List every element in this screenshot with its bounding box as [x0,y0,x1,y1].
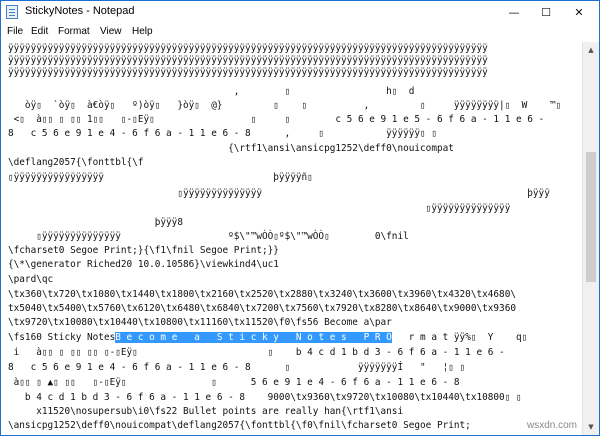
menu-format[interactable]: Format [58,26,90,37]
text-line: ▯ÿÿÿÿÿÿÿÿÿÿÿÿÿÿÿÿ þÿÿÿÿñ▯ [8,172,313,183]
text-line: \ansicpg1252\deff0\nouicompat\deflang205… [8,420,471,431]
scroll-up-arrow-icon[interactable]: ▲ [583,42,599,58]
maximize-button[interactable]: ☐ [530,1,562,23]
text-line: ÿÿÿÿÿÿÿÿÿÿÿÿÿÿÿÿÿÿÿÿÿÿÿÿÿÿÿÿÿÿÿÿÿÿÿÿÿÿÿÿ… [8,43,488,54]
text-line: \fcharset0 Segoe Print;}{\f1\fnil Segoe … [8,245,279,256]
text-line: <▯ à▯▯ ▯ ▯▯ 1▯▯ ▯-▯Eÿ▯ ▯ ▯ c 5 6 e 9 1 e… [8,114,545,125]
text-line: \tx360\tx720\tx1080\tx1440\tx1800\tx2160… [8,289,516,300]
scrollbar-thumb[interactable] [586,152,596,282]
text-line: à▯▯ ▯ ▲▯ ▯▯ ▯-▯Eÿ▯ ▯ 5 6 e 9 1 e 4 - 6 f… [8,377,460,388]
text-line: ▯ÿÿÿÿÿÿÿÿÿÿÿÿÿÿ º$\"™wÒÒ▯º$\"™wÒÒ▯ 0\fni… [8,231,409,242]
notepad-icon [6,5,18,19]
title-bar[interactable]: StickyNotes - Notepad — ☐ ✕ [1,1,599,23]
text-line: \pard\qc [8,274,54,285]
text-line: \tx9720\tx10080\tx10440\tx10800\tx11160\… [8,317,392,328]
text-line: , ▯ h▯ d [8,86,415,97]
minimize-button[interactable]: — [498,1,530,23]
menu-help[interactable]: Help [132,26,153,37]
text-line: tx5040\tx5400\tx5760\tx6120\tx6480\tx684… [8,303,516,314]
text-line: i à▯▯ ▯ ▯▯ ▯▯ ▯-▯Eÿ▯ ▯ b 4 c d 1 b d 3 -… [8,347,505,358]
text-line: òÿ▯ `òÿ▯ à€òÿ▯ º)òÿ▯ }òÿ▯ @} ▯ ▯ , ▯ ÿÿÿ… [8,100,562,111]
text-selection[interactable]: B e c o m e a S t i c k y N o t e s P R … [115,332,392,343]
text-line: 8 c 5 6 e 9 1 e 4 - 6 f 6 a - 1 1 e 6 - … [8,362,466,373]
menu-view[interactable]: View [100,26,122,37]
text-after-selection: r m a t ÿÿ%▯ Y q▯ [391,332,528,343]
text-line: ▯ÿÿÿÿÿÿÿÿÿÿÿÿÿÿ þÿÿÿ [8,188,550,199]
selected-text-line: \fs160 Sticky NotesB e c o m e a S t i c… [8,332,527,344]
menu-bar: File Edit Format View Help [1,23,599,42]
text-line: \deflang2057{\fonttbl{\f [8,157,144,168]
close-button[interactable]: ✕ [563,1,595,23]
text-line: b 4 c d 1 b d 3 - 6 f 6 a - 1 1 e 6 - 8 … [8,392,522,403]
text-line: x11520\nosupersub\i0\fs22 Bullet points … [8,406,404,417]
text-line: ÿÿÿÿÿÿÿÿÿÿÿÿÿÿÿÿÿÿÿÿÿÿÿÿÿÿÿÿÿÿÿÿÿÿÿÿÿÿÿÿ… [8,67,488,78]
text-line: {\rtf1\ansi\ansicpg1252\deff0\nouicompat [8,143,454,154]
notepad-window: StickyNotes - Notepad — ☐ ✕ File Edit Fo… [0,0,600,436]
text-line: þÿÿÿ8 [8,217,183,228]
watermark: wsxdn.com [526,420,577,431]
text-line: ÿÿÿÿÿÿÿÿÿÿÿÿÿÿÿÿÿÿÿÿÿÿÿÿÿÿÿÿÿÿÿÿÿÿÿÿÿÿÿÿ… [8,55,488,66]
text-editor-area[interactable]: ÿÿÿÿÿÿÿÿÿÿÿÿÿÿÿÿÿÿÿÿÿÿÿÿÿÿÿÿÿÿÿÿÿÿÿÿÿÿÿÿ… [1,42,582,435]
window-title: StickyNotes - Notepad [25,5,135,17]
text-line: 8 c 5 6 e 9 1 e 4 - 6 f 6 a - 1 1 e 6 - … [8,128,437,139]
text-line: ▯ÿÿÿÿÿÿÿÿÿÿÿÿÿÿ [8,203,511,214]
scroll-down-arrow-icon[interactable]: ▼ [583,419,599,435]
text-before-selection: \fs160 Sticky Notes [8,332,116,343]
menu-file[interactable]: File [7,26,23,37]
menu-edit[interactable]: Edit [31,26,48,37]
vertical-scrollbar[interactable]: ▲ ▼ [582,42,599,435]
text-line: {\*\generator Riched20 10.0.10586}\viewk… [8,259,279,270]
